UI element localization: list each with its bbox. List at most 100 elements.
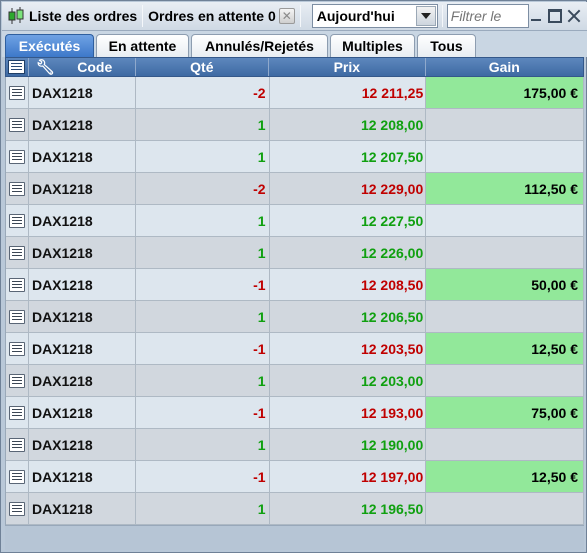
header-gain[interactable]: Gain [426,58,583,76]
cell-gain [426,109,584,140]
cell-gain [426,493,584,524]
cell-code: DAX1218 [29,173,136,204]
table-row[interactable]: DAX1218 1 12 226,00 [6,237,584,269]
table-row[interactable]: DAX1218 -1 12 203,50 12,50 € [6,333,584,365]
cell-code: DAX1218 [29,493,136,524]
cell-code: DAX1218 [29,205,136,236]
tab-multiples[interactable]: Multiples [330,34,415,57]
cell-qty: 1 [136,301,270,332]
maximize-icon[interactable] [548,9,562,23]
table-row[interactable]: DAX1218 -1 12 208,50 50,00 € [6,269,584,301]
tab-tous[interactable]: Tous [417,34,476,57]
cell-price: 12 190,00 [270,429,427,460]
row-details-icon[interactable] [6,429,29,460]
cell-code: DAX1218 [29,461,136,492]
table-row[interactable]: DAX1218 1 12 190,00 [6,429,584,461]
cell-price: 12 227,50 [270,205,427,236]
header-code-label: Code [77,59,113,75]
cell-gain: 50,00 € [426,269,584,300]
row-details-icon[interactable] [6,365,29,396]
status-bar [5,525,584,550]
header-code[interactable]: 🔧︎ Code [29,58,136,76]
cell-gain: 12,50 € [426,461,584,492]
period-select-value: Aujourd'hui [316,8,395,24]
row-details-icon[interactable] [6,493,29,524]
row-details-icon[interactable] [6,461,29,492]
row-details-icon[interactable] [6,173,29,204]
cell-price: 12 207,50 [270,141,427,172]
tab-en-attente[interactable]: En attente [96,34,189,57]
cell-qty: 1 [136,141,270,172]
cell-code: DAX1218 [29,237,136,268]
cell-gain [426,301,584,332]
cell-price: 12 211,25 [270,77,427,108]
close-icon[interactable] [567,9,581,23]
table-row[interactable]: DAX1218 -2 12 229,00 112,50 € [6,173,584,205]
cell-gain: 75,00 € [426,397,584,428]
table-row[interactable]: DAX1218 1 12 206,50 [6,301,584,333]
table-row[interactable]: DAX1218 -1 12 197,00 12,50 € [6,461,584,493]
table-row[interactable]: DAX1218 -1 12 193,00 75,00 € [6,397,584,429]
cell-code: DAX1218 [29,109,136,140]
cell-code: DAX1218 [29,333,136,364]
cell-gain: 112,50 € [426,173,584,204]
table-row[interactable]: DAX1218 1 12 203,00 [6,365,584,397]
window-controls [529,9,581,23]
cancel-pending-icon[interactable]: ✕ [278,8,295,24]
row-details-icon[interactable] [6,205,29,236]
candlestick-icon [6,6,26,26]
cell-price: 12 208,00 [270,109,427,140]
row-details-icon[interactable] [6,141,29,172]
orders-window: Liste des ordres Ordres en attente 0 ✕ A… [0,0,587,553]
cell-price: 12 203,50 [270,333,427,364]
cell-code: DAX1218 [29,397,136,428]
cell-qty: -1 [136,461,270,492]
cell-price: 12 193,00 [270,397,427,428]
row-details-icon[interactable] [6,77,29,108]
cell-code: DAX1218 [29,301,136,332]
period-select[interactable]: Aujourd'hui [311,4,438,28]
cell-code: DAX1218 [29,141,136,172]
cell-qty: 1 [136,493,270,524]
cell-qty: -1 [136,269,270,300]
cell-price: 12 226,00 [270,237,427,268]
row-details-icon[interactable] [6,269,29,300]
cell-code: DAX1218 [29,429,136,460]
row-details-icon[interactable] [6,301,29,332]
row-details-icon[interactable] [6,333,29,364]
cell-price: 12 203,00 [270,365,427,396]
cell-gain [426,237,584,268]
cell-price: 12 229,00 [270,173,427,204]
header-qty[interactable]: Qté [136,58,270,76]
tab-bar: Exécutés En attente Annulés/Rejetés Mult… [2,31,587,57]
cell-gain [426,429,584,460]
window-title: Liste des ordres [29,8,138,24]
chevron-down-icon[interactable] [415,6,436,26]
row-details-icon[interactable] [6,109,29,140]
cell-code: DAX1218 [29,365,136,396]
row-details-icon[interactable] [6,237,29,268]
table-header: 🔧︎ Code Qté Prix Gain [5,57,584,77]
pending-orders-label: Ordres en attente 0 [148,8,276,24]
tab-executes[interactable]: Exécutés [5,34,94,57]
cell-gain [426,365,584,396]
header-details-icon[interactable] [6,58,29,76]
toolbar-separator [142,5,144,27]
row-details-icon[interactable] [6,397,29,428]
cell-qty: 1 [136,205,270,236]
table-row[interactable]: DAX1218 -2 12 211,25 175,00 € [6,77,584,109]
cell-gain: 175,00 € [426,77,584,108]
header-price[interactable]: Prix [269,58,426,76]
minimize-icon[interactable] [529,9,543,23]
wrench-icon[interactable]: 🔧︎ [36,58,55,76]
table-row[interactable]: DAX1218 1 12 208,00 [6,109,584,141]
toolbar-separator [299,5,301,27]
table-row[interactable]: DAX1218 1 12 227,50 [6,205,584,237]
cell-gain [426,205,584,236]
table-row[interactable]: DAX1218 1 12 207,50 [6,141,584,173]
cell-gain: 12,50 € [426,333,584,364]
table-row[interactable]: DAX1218 1 12 196,50 [6,493,584,525]
cell-qty: -1 [136,397,270,428]
tab-annules-rejetes[interactable]: Annulés/Rejetés [191,34,328,57]
filter-input[interactable] [446,4,529,28]
